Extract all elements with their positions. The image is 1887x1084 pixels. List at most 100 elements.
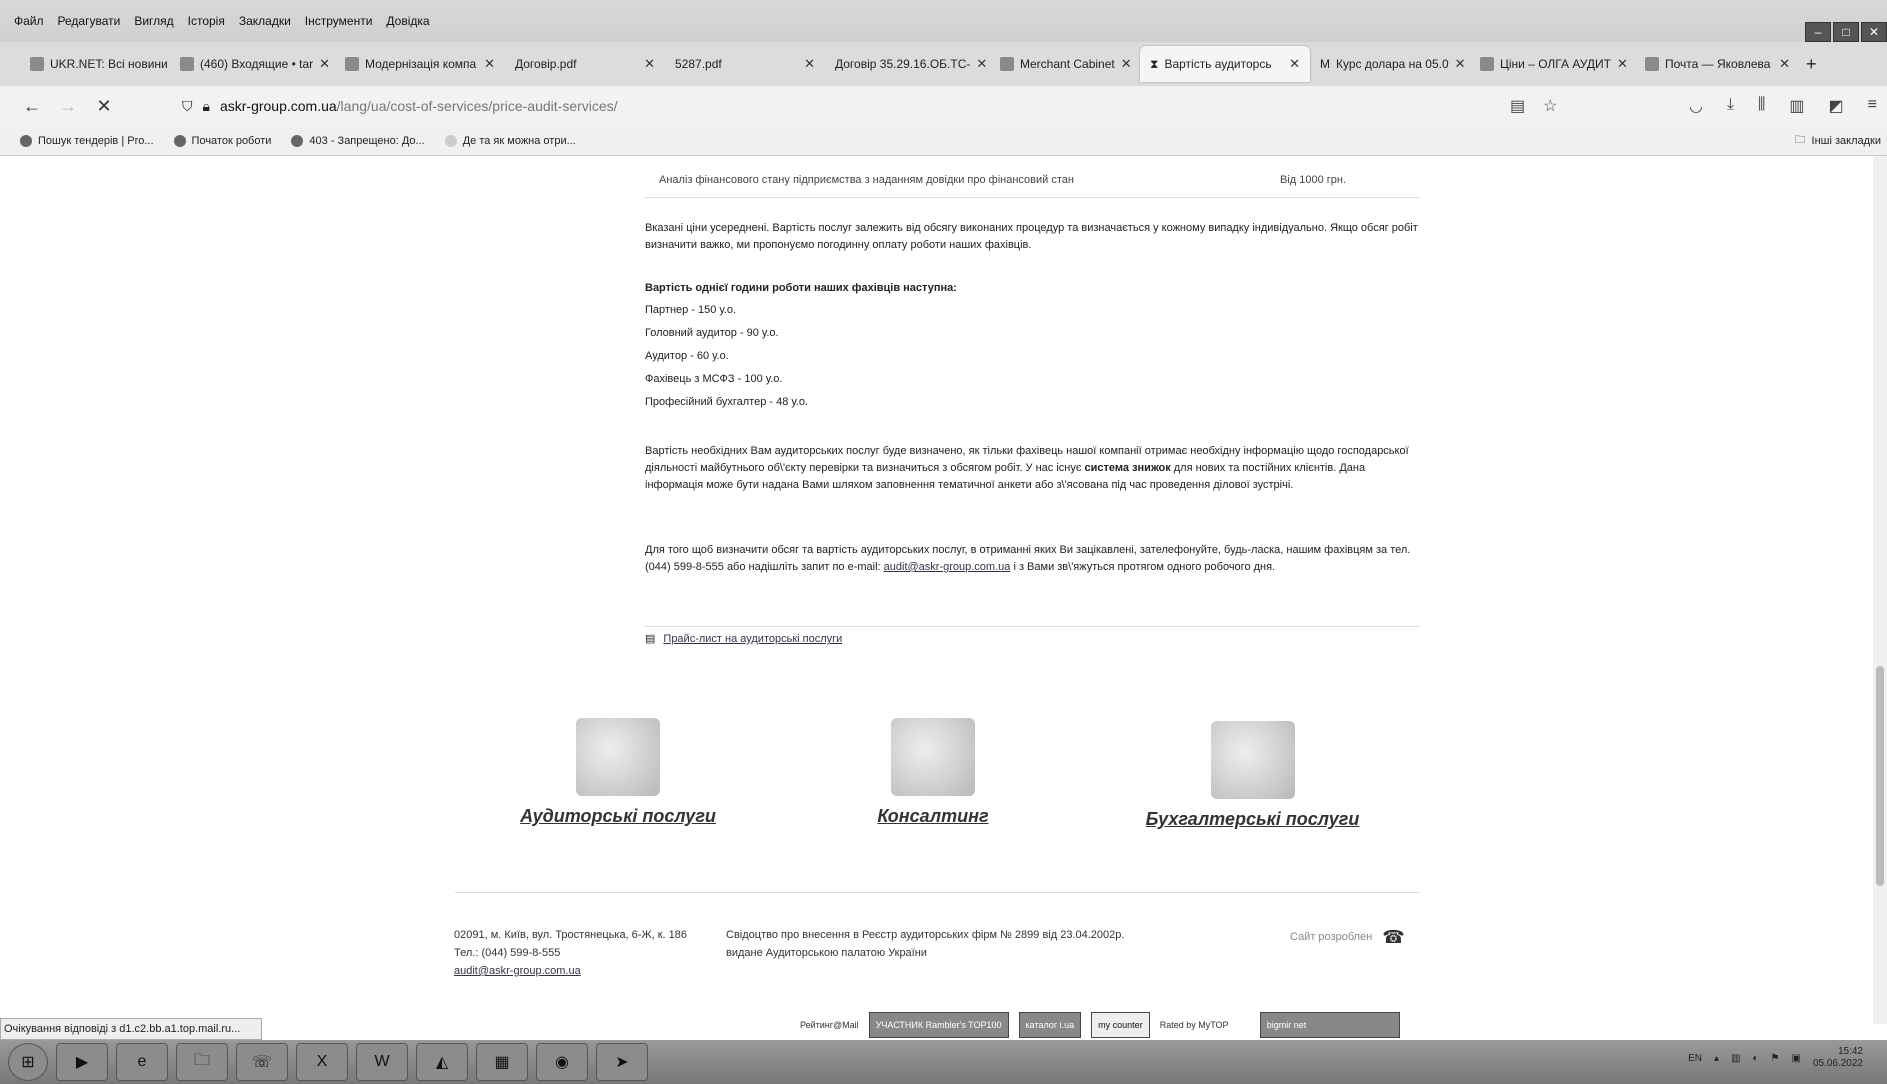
tab-outlook[interactable]: Почта — Яковлева ✕ <box>1635 46 1800 82</box>
flag-icon[interactable]: ⚑ <box>1771 1053 1780 1064</box>
download-icon[interactable]: ⤓ <box>1727 96 1734 116</box>
close-tab-icon[interactable]: ✕ <box>1121 56 1132 72</box>
close-tab-icon[interactable]: ✕ <box>484 56 495 72</box>
service-consulting-label[interactable]: Консалтинг <box>843 806 1023 827</box>
pocket-icon[interactable]: ◡ <box>1689 96 1703 116</box>
tab-5287-pdf[interactable]: 5287.pdf ✕ <box>665 46 825 82</box>
display-icon[interactable]: ▣ <box>1791 1053 1800 1064</box>
other-bookmarks[interactable]: 🗀︎ Інші закладки <box>1795 131 1881 150</box>
menu-edit[interactable]: Редагувати <box>58 14 121 28</box>
hamburger-menu-icon[interactable]: ≡ <box>1868 96 1877 116</box>
bookmark-item[interactable]: Де та як можна отри... <box>444 134 576 147</box>
maximize-button[interactable]: □ <box>1833 22 1859 42</box>
price-list-link[interactable]: Прайс-лист на аудиторські послуги <box>663 631 842 648</box>
rates-title: Вартість однієї години роботи наших фахі… <box>645 282 957 294</box>
service-consulting[interactable]: Консалтинг <box>843 718 1023 827</box>
word-icon[interactable]: W <box>356 1043 408 1081</box>
tab-dogovir-pdf[interactable]: Договір.pdf ✕ <box>505 46 665 82</box>
bookmark-item[interactable]: 403 - Запрещено: До... <box>291 134 425 147</box>
rate-item: Головний аудитор - 90 у.о. <box>645 327 779 339</box>
footer-developer: Сайт розроблен ☎ <box>1290 927 1405 947</box>
tab-dogovir-35[interactable]: Договір 35.29.16.ОБ.ТС- ✕ <box>825 46 990 82</box>
back-icon[interactable]: ← <box>14 96 50 117</box>
extension-icon[interactable]: ◩ <box>1829 96 1844 116</box>
close-tab-icon[interactable]: ✕ <box>976 56 987 72</box>
reader-view-icon[interactable]: ▤ <box>1510 96 1525 116</box>
start-button-icon[interactable]: ⊞ <box>8 1043 48 1081</box>
close-tab-icon[interactable]: ✕ <box>804 56 815 72</box>
ie-icon[interactable]: e <box>116 1043 168 1081</box>
address-bar[interactable]: ⛉ 🔒︎ askr-group.com.ua/lang/ua/cost-of-s… <box>182 98 618 115</box>
calculator-icon[interactable]: ▦ <box>476 1043 528 1081</box>
bookmark-star-icon[interactable]: ☆ <box>1543 96 1557 116</box>
badge-mytop[interactable]: Rated by MyTOP <box>1160 1020 1230 1030</box>
service-accounting[interactable]: Бухгалтерські послуги <box>1140 721 1365 830</box>
badge-mail-rating[interactable]: Рейтинг@Mail <box>800 1020 859 1030</box>
outlook-icon <box>1645 57 1659 71</box>
close-tab-icon[interactable]: ✕ <box>1617 56 1628 72</box>
close-tab-icon[interactable]: ✕ <box>319 56 330 72</box>
service-audit-label[interactable]: Аудиторські послуги <box>508 806 728 827</box>
menu-tools[interactable]: Інструменти <box>305 14 373 28</box>
tab-ukrnet[interactable]: UKR.NET: Всі новини✕ <box>20 46 170 82</box>
badge-bigmir[interactable]: bigmir net <box>1259 1012 1400 1038</box>
close-tab-icon[interactable]: ✕ <box>1779 56 1790 72</box>
rate-item: Фахівець з МСФЗ - 100 у.о. <box>645 373 783 385</box>
chart-board-icon <box>891 718 975 796</box>
tab-merchant[interactable]: Merchant Cabinet ✕ <box>990 46 1140 82</box>
menu-view[interactable]: Вигляд <box>134 14 173 28</box>
stop-icon[interactable]: ✕ <box>86 96 122 117</box>
close-tab-icon[interactable]: ✕ <box>1455 56 1466 72</box>
developer-logo-icon[interactable]: ☎ <box>1382 928 1404 946</box>
network-icon[interactable]: ▥ <box>1731 1053 1740 1064</box>
bookmark-item[interactable]: Початок роботи <box>173 134 271 147</box>
close-tab-icon[interactable]: ✕ <box>1289 56 1300 72</box>
service-audit[interactable]: Аудиторські послуги <box>508 718 728 827</box>
close-window-button[interactable]: ✕ <box>1861 22 1887 42</box>
page-scrollbar[interactable] <box>1873 156 1887 1024</box>
scroll-thumb[interactable] <box>1876 666 1884 886</box>
minimize-button[interactable]: – <box>1805 22 1831 42</box>
firefox-taskbar-icon[interactable]: ◉ <box>536 1043 588 1081</box>
media-player-icon[interactable]: ▶ <box>56 1043 108 1081</box>
app-icon[interactable]: ◭ <box>416 1043 468 1081</box>
new-tab-icon[interactable]: + <box>1806 54 1817 75</box>
status-bar: Очікування відповіді з d1.c2.bb.a1.top.m… <box>0 1018 262 1040</box>
library-icon[interactable]: ⫼ <box>1758 96 1765 116</box>
divider <box>645 626 1420 627</box>
tab-mail[interactable]: (460) Входящие • tar ✕ <box>170 46 335 82</box>
badge-mycounter[interactable]: my counter <box>1091 1012 1150 1038</box>
table-row: Аналіз фінансового стану підприємства з … <box>645 162 1420 198</box>
language-indicator[interactable]: EN <box>1688 1053 1702 1064</box>
email-link[interactable]: audit@askr-group.com.ua <box>884 561 1011 573</box>
footer-email-link[interactable]: audit@askr-group.com.ua <box>454 962 687 980</box>
tab-modernization[interactable]: Модернізація компа ✕ <box>335 46 505 82</box>
excel-icon[interactable]: X <box>296 1043 348 1081</box>
price-note: Вказані ціни усереднені. Вартість послуг… <box>645 222 1418 251</box>
clock[interactable]: 15:42 05.06.2022 <box>1813 1046 1863 1070</box>
menu-file[interactable]: Файл <box>14 14 44 28</box>
badge-iua[interactable]: каталог i.ua <box>1018 1012 1082 1038</box>
explorer-icon[interactable]: 🗀︎ <box>176 1043 228 1081</box>
sidebar-icon[interactable]: ▥ <box>1789 96 1804 116</box>
tab-olga-audit[interactable]: Ціни – ОЛГА АУДИТ ✕ <box>1470 46 1635 82</box>
bookmark-item[interactable]: Пошук тендерів | Pro... <box>20 134 154 147</box>
viber-icon[interactable]: ☏ <box>236 1043 288 1081</box>
volume-icon[interactable]: ◐ <box>1752 1053 1758 1064</box>
tab-audit-cost[interactable]: ⧗ Вартість аудиторсь ✕ <box>1140 46 1310 82</box>
folder-docs-icon <box>1210 721 1295 799</box>
telegram-icon[interactable]: ➤ <box>596 1043 648 1081</box>
tray-arrow-icon[interactable]: ▴ <box>1714 1053 1719 1064</box>
badge-rambler[interactable]: УЧАСТНИК Rambler's TOP100 <box>868 1012 1009 1038</box>
menu-bookmarks[interactable]: Закладки <box>239 14 291 28</box>
tab-dollar-rate[interactable]: M Курс долара на 05.0 ✕ <box>1310 46 1470 82</box>
service-accounting-label[interactable]: Бухгалтерські послуги <box>1140 809 1365 830</box>
forward-icon[interactable]: → <box>50 96 86 117</box>
close-tab-icon[interactable]: ✕ <box>644 56 655 72</box>
olga-icon <box>1480 57 1494 71</box>
merchant-icon <box>1000 57 1014 71</box>
counter-badges: Рейтинг@Mail УЧАСТНИК Rambler's TOP100 к… <box>800 1012 1400 1038</box>
rate-item: Професійний бухгалтер - 48 у.о. <box>645 396 809 408</box>
menu-history[interactable]: Історія <box>188 14 225 28</box>
menu-help[interactable]: Довідка <box>386 14 429 28</box>
